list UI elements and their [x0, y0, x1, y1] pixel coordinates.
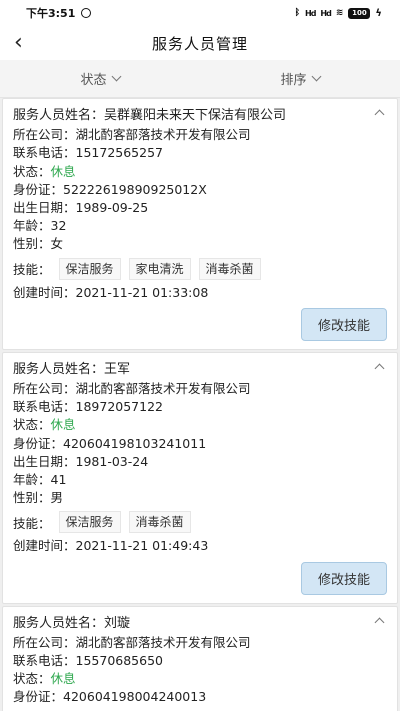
id-row: 身份证：420604198103241011	[13, 435, 207, 451]
worker-name: 刘璇	[104, 615, 131, 631]
alarm-icon	[81, 8, 92, 18]
worker-card: 服务人员姓名：王军 所在公司：湖北酌客部落技术开发有限公司 联系电话：18972…	[2, 351, 398, 604]
back-arrow-icon[interactable]: ‹	[14, 30, 23, 56]
skill-tag: 保洁服务	[58, 257, 121, 280]
nav-header: ‹ 服务人员管理	[0, 26, 400, 60]
birth-row: 出生日期：1989-09-25	[13, 200, 149, 216]
id-row: 身份证：420604198004240013	[13, 689, 207, 705]
worker-name-row: 服务人员姓名：王军	[13, 361, 131, 377]
id-row: 身份证：52222619890925012X	[13, 181, 207, 197]
company-row: 所在公司：湖北酌客部落技术开发有限公司	[13, 381, 251, 397]
chevron-down-icon	[311, 71, 321, 82]
signal-icon-2: Hd	[320, 8, 331, 18]
wifi-icon: ≋	[335, 8, 344, 18]
bluetooth-icon: ᛒ	[294, 8, 300, 18]
skill-tag: 消毒杀菌	[198, 257, 261, 280]
skill-tag: 保洁服务	[58, 511, 121, 534]
status-badge: 休息	[50, 671, 76, 687]
company-row: 所在公司：湖北酌客部落技术开发有限公司	[13, 634, 251, 650]
edit-skills-button[interactable]: 修改技能	[300, 307, 387, 341]
status-filter[interactable]: 状态	[0, 69, 200, 88]
edit-skills-button[interactable]: 修改技能	[300, 561, 387, 595]
birth-row: 出生日期：1981-03-24	[13, 453, 149, 469]
worker-card: 服务人员姓名：刘璇 所在公司：湖北酌客部落技术开发有限公司 联系电话：15570…	[2, 605, 398, 711]
chevron-down-icon	[111, 71, 121, 82]
charging-icon: ϟ	[375, 7, 382, 19]
clock: 下午3:51	[26, 7, 76, 20]
sort-filter[interactable]: 排序	[200, 69, 400, 88]
skills-row: 技能： 保洁服务 家电清洗 消毒杀菌	[13, 257, 387, 280]
skill-tag: 家电清洗	[128, 257, 191, 280]
created-row: 创建时间：2021-11-21 01:33:08	[13, 284, 209, 300]
worker-name-row: 服务人员姓名：刘璇	[13, 615, 131, 631]
worker-name-row: 服务人员姓名：吴群襄阳未来天下保洁有限公司	[13, 108, 287, 123]
worker-name: 王军	[104, 361, 131, 377]
status-row: 状态：休息	[13, 163, 76, 179]
phone-row: 联系电话：15570685650	[13, 653, 163, 669]
gender-row: 性别：女	[13, 236, 64, 252]
skills-row: 技能： 保洁服务 消毒杀菌	[13, 511, 387, 534]
sort-filter-label: 排序	[280, 73, 307, 88]
signal-icon: Hd	[305, 8, 316, 18]
status-row: 状态：休息	[13, 671, 76, 687]
worker-name: 吴群襄阳未来天下保洁有限公司	[104, 108, 287, 123]
worker-card: 服务人员姓名：吴群襄阳未来天下保洁有限公司 所在公司：湖北酌客部落技术开发有限公…	[2, 98, 398, 350]
created-row: 创建时间：2021-11-21 01:49:43	[13, 538, 209, 554]
age-row: 年龄：32	[13, 218, 67, 234]
battery-icon: 100	[348, 7, 371, 19]
page-title: 服务人员管理	[151, 34, 248, 53]
worker-list[interactable]: 服务人员姓名：吴群襄阳未来天下保洁有限公司 所在公司：湖北酌客部落技术开发有限公…	[0, 98, 400, 711]
phone-row: 联系电话：18972057122	[13, 399, 163, 415]
status-row: 状态：休息	[13, 417, 76, 433]
status-filter-label: 状态	[80, 73, 107, 88]
status-badge: 休息	[50, 417, 76, 433]
company-row: 所在公司：湖北酌客部落技术开发有限公司	[13, 127, 251, 143]
phone-row: 联系电话：15172565257	[13, 145, 163, 161]
age-row: 年龄：41	[13, 472, 67, 488]
status-bar: 下午3:51 ᛒ Hd Hd ≋ 100 ϟ	[0, 0, 400, 26]
skill-tag: 消毒杀菌	[128, 511, 191, 534]
status-badge: 休息	[50, 163, 76, 179]
filter-bar: 状态 排序	[0, 60, 400, 98]
gender-row: 性别：男	[13, 490, 64, 506]
